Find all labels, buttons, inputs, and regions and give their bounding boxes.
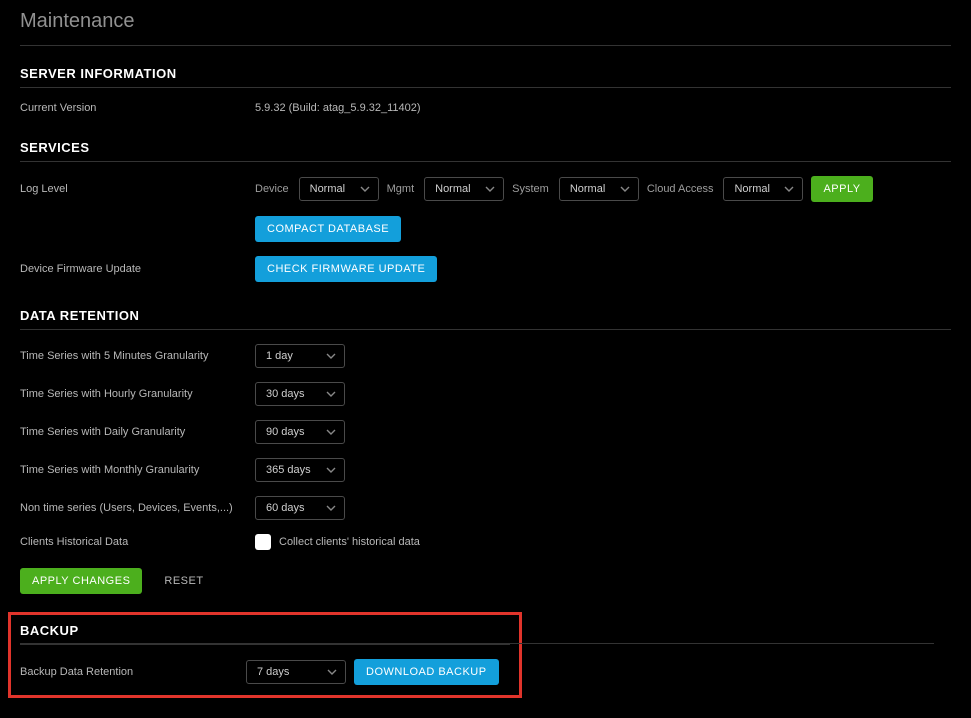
download-backup-button[interactable]: DOWNLOAD BACKUP xyxy=(354,659,499,685)
retention-nonts-label: Non time series (Users, Devices, Events,… xyxy=(20,502,255,514)
clients-historical-label: Clients Historical Data xyxy=(20,536,255,548)
retention-monthly-select[interactable]: 365 days xyxy=(255,458,345,482)
compact-database-button[interactable]: COMPACT DATABASE xyxy=(255,216,401,242)
backup-retention-label: Backup Data Retention xyxy=(20,666,246,678)
retention-daily-value: 90 days xyxy=(266,426,305,438)
server-information-section: SERVER INFORMATION Current Version 5.9.3… xyxy=(20,66,951,114)
mgmt-log-level-value: Normal xyxy=(435,183,470,195)
chevron-down-icon xyxy=(326,465,336,475)
retention-daily-label: Time Series with Daily Granularity xyxy=(20,426,255,438)
retention-monthly-label: Time Series with Monthly Granularity xyxy=(20,464,255,476)
mgmt-log-level-select[interactable]: Normal xyxy=(424,177,504,201)
device-firmware-update-label: Device Firmware Update xyxy=(20,263,255,275)
retention-monthly-value: 365 days xyxy=(266,464,311,476)
chevron-down-icon xyxy=(326,503,336,513)
cloud-access-label: Cloud Access xyxy=(647,183,714,195)
retention-5min-label: Time Series with 5 Minutes Granularity xyxy=(20,350,255,362)
backup-retention-select[interactable]: 7 days xyxy=(246,660,346,684)
retention-daily-select[interactable]: 90 days xyxy=(255,420,345,444)
collect-clients-checkbox-label: Collect clients' historical data xyxy=(279,536,420,548)
retention-nonts-select[interactable]: 60 days xyxy=(255,496,345,520)
cloud-access-log-level-select[interactable]: Normal xyxy=(723,177,803,201)
retention-hourly-label: Time Series with Hourly Granularity xyxy=(20,388,255,400)
services-heading: SERVICES xyxy=(20,140,951,162)
device-log-level-value: Normal xyxy=(310,183,345,195)
retention-hourly-value: 30 days xyxy=(266,388,305,400)
chevron-down-icon xyxy=(326,389,336,399)
chevron-down-icon xyxy=(784,184,794,194)
chevron-down-icon xyxy=(360,184,370,194)
cloud-access-log-level-value: Normal xyxy=(734,183,769,195)
data-retention-section: DATA RETENTION Time Series with 5 Minute… xyxy=(20,308,951,550)
chevron-down-icon xyxy=(326,351,336,361)
current-version-value: 5.9.32 (Build: atag_5.9.32_11402) xyxy=(255,102,421,114)
services-section: SERVICES Log Level Device Normal Mgmt No… xyxy=(20,140,951,282)
system-label: System xyxy=(512,183,549,195)
device-label: Device xyxy=(255,183,289,195)
page-title: Maintenance xyxy=(20,10,951,46)
log-level-label: Log Level xyxy=(20,183,255,195)
chevron-down-icon xyxy=(620,184,630,194)
collect-clients-checkbox[interactable] xyxy=(255,534,271,550)
device-log-level-select[interactable]: Normal xyxy=(299,177,379,201)
server-info-heading: SERVER INFORMATION xyxy=(20,66,951,88)
retention-nonts-value: 60 days xyxy=(266,502,305,514)
retention-5min-select[interactable]: 1 day xyxy=(255,344,345,368)
reset-button[interactable]: RESET xyxy=(152,568,215,594)
actions-row: APPLY CHANGES RESET xyxy=(20,568,951,594)
check-firmware-update-button[interactable]: CHECK FIRMWARE UPDATE xyxy=(255,256,437,282)
backup-retention-value: 7 days xyxy=(257,666,289,678)
chevron-down-icon xyxy=(485,184,495,194)
backup-heading: BACKUP xyxy=(20,623,510,644)
apply-log-level-button[interactable]: APPLY xyxy=(811,176,872,202)
current-version-label: Current Version xyxy=(20,102,255,114)
system-log-level-select[interactable]: Normal xyxy=(559,177,639,201)
data-retention-heading: DATA RETENTION xyxy=(20,308,951,330)
chevron-down-icon xyxy=(327,667,337,677)
retention-hourly-select[interactable]: 30 days xyxy=(255,382,345,406)
retention-5min-value: 1 day xyxy=(266,350,293,362)
apply-changes-button[interactable]: APPLY CHANGES xyxy=(20,568,142,594)
mgmt-label: Mgmt xyxy=(387,183,415,195)
chevron-down-icon xyxy=(326,427,336,437)
backup-highlight-box: BACKUP Backup Data Retention 7 days DOWN… xyxy=(8,612,522,698)
system-log-level-value: Normal xyxy=(570,183,605,195)
